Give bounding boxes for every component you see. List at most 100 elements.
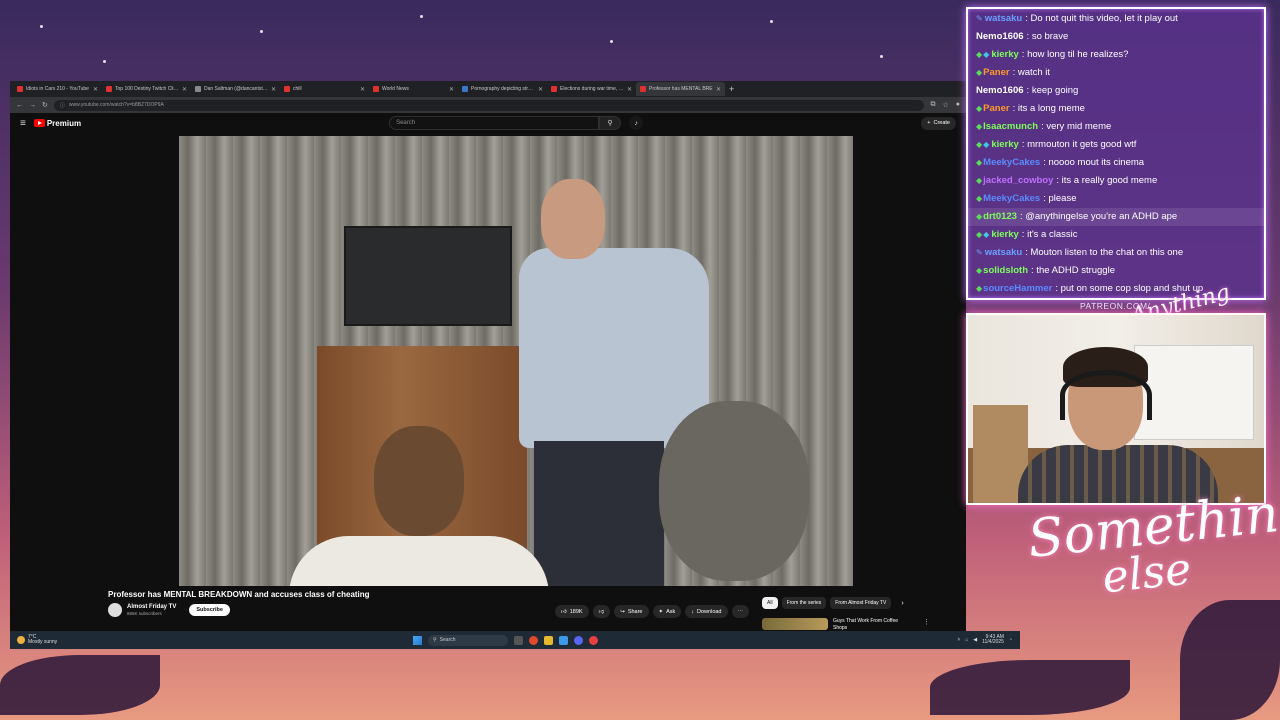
windows-start-icon[interactable] <box>413 635 422 645</box>
url-field[interactable]: ⓘ www.youtube.com/watch?v=b8BZ7DOP9A <box>53 99 925 111</box>
like-button[interactable]: 👍︎ 189K <box>555 605 589 618</box>
tab-world-news[interactable]: World News ✕ <box>369 82 458 96</box>
chat-username[interactable]: Nemo1606 <box>976 82 1024 100</box>
youtube-icon <box>17 86 23 92</box>
obs-icon[interactable] <box>589 635 598 645</box>
tab-professor-video[interactable]: Professor has MENTAL BRE ✕ <box>636 82 725 96</box>
recommended-title[interactable]: Guys That Work From Coffee Shops <box>833 618 908 632</box>
subscribe-button[interactable]: Subscribe <box>189 604 230 616</box>
download-button[interactable]: ↓ Download <box>685 605 728 618</box>
youtube-search-input[interactable]: Search <box>389 116 600 130</box>
chat-username[interactable]: Paner <box>983 100 1009 118</box>
chat-message: Nemo1606: so brave <box>976 28 1256 46</box>
task-view-icon[interactable] <box>514 635 523 645</box>
chat-text: watch it <box>1017 67 1051 78</box>
recommended-video[interactable]: Guys That Work From Coffee Shops ⋮ <box>762 618 930 632</box>
share-button[interactable]: ↪ Share <box>614 605 649 618</box>
chip-from-channel[interactable]: From Almost Friday TV <box>830 597 892 609</box>
pen-badge-icon: ✎ <box>976 248 983 257</box>
chat-username[interactable]: kierky <box>991 226 1018 244</box>
extensions-icon[interactable]: ⧉ <box>930 101 935 109</box>
chat-username[interactable]: sourceHammer <box>983 280 1052 298</box>
taskbar-search[interactable]: ⚲ Search <box>428 634 508 646</box>
chip-all[interactable]: All <box>762 597 778 609</box>
tab-chill[interactable]: chill ✕ <box>280 82 369 96</box>
new-tab-button[interactable]: + <box>729 84 734 94</box>
subscriber-badge-icon: ◆ <box>976 230 983 239</box>
chrome-icon[interactable] <box>559 635 568 645</box>
chat-username[interactable]: jacked_cowboy <box>983 172 1053 190</box>
close-icon[interactable]: ✕ <box>271 86 276 93</box>
close-icon[interactable]: ✕ <box>182 86 187 93</box>
youtube-icon <box>106 86 112 92</box>
youtube-header: ≡ Premium Search ⚲ ♪ + Create <box>10 113 966 133</box>
close-icon[interactable]: ✕ <box>449 86 454 93</box>
discord-icon[interactable] <box>574 635 583 645</box>
create-button[interactable]: + Create <box>921 116 956 130</box>
volume-icon[interactable]: ◀ <box>973 637 977 643</box>
network-icon[interactable]: ⌂ <box>965 637 968 643</box>
close-icon[interactable]: ✕ <box>716 86 721 93</box>
chat-username[interactable]: kierky <box>991 136 1018 154</box>
back-icon[interactable]: ← <box>16 102 23 109</box>
subscriber-badge-icon: ◆ <box>976 140 983 149</box>
wikipedia-icon <box>462 86 468 92</box>
chat-username[interactable]: MeekyCakes <box>983 190 1040 208</box>
brave-browser-icon[interactable] <box>529 635 538 645</box>
chat-username[interactable]: kierky <box>991 46 1018 64</box>
chat-username[interactable]: drt0123 <box>983 208 1017 226</box>
microphone-icon[interactable]: ♪ <box>629 116 644 130</box>
webcam-feed <box>966 313 1266 505</box>
close-icon[interactable]: ✕ <box>93 86 98 93</box>
tab-idiots-in-cars[interactable]: Idiots in Cars 210 - YouTube ✕ <box>13 82 102 96</box>
more-options-icon[interactable]: ⋯ <box>731 605 749 618</box>
chat-message: ◆ ◆ kierky: how long til he realizes? <box>976 46 1256 64</box>
tab-destiny-clips[interactable]: Top 100 Destiny Twitch Clips - \ ✕ <box>102 82 191 96</box>
chat-message: ✎ watsaku: Mouton listen to the chat on t… <box>976 244 1256 262</box>
address-bar-row: ← → ↻ ⓘ www.youtube.com/watch?v=b8BZ7DOP… <box>10 97 966 113</box>
dislike-button[interactable]: 👎︎ <box>592 605 611 618</box>
chat-username[interactable]: Nemo1606 <box>976 28 1024 46</box>
tab-dan-saltman[interactable]: Dan Saltman (@dancantstream -✕ <box>191 82 280 96</box>
recommended-thumbnail[interactable] <box>762 618 828 630</box>
close-icon[interactable]: ✕ <box>538 86 543 93</box>
bookmark-star-icon[interactable]: ☆ <box>942 101 948 109</box>
search-icon[interactable]: ⚲ <box>599 116 622 130</box>
chat-username[interactable]: Isaacmunch <box>983 118 1038 136</box>
chip-from-series[interactable]: From the series <box>781 597 827 609</box>
site-info-icon[interactable]: ⓘ <box>60 102 65 109</box>
ask-button[interactable]: ✦ Ask <box>652 605 682 618</box>
clock[interactable]: 9:43 AM 11/4/2025 <box>982 635 1004 645</box>
notification-bell-icon[interactable]: ◔ <box>1009 637 1012 643</box>
youtube-premium-logo[interactable]: Premium <box>33 119 81 128</box>
plus-icon: + <box>927 120 931 126</box>
chat-username[interactable]: MeekyCakes <box>983 154 1040 172</box>
weather-widget[interactable]: 7°C Mostly sunny <box>10 635 57 645</box>
video-player[interactable] <box>179 136 853 586</box>
chat-username[interactable]: solidsloth <box>983 262 1028 280</box>
close-icon[interactable]: ✕ <box>627 86 632 93</box>
chevron-right-icon[interactable]: › <box>901 600 903 607</box>
close-icon[interactable]: ✕ <box>360 86 365 93</box>
reload-icon[interactable]: ↻ <box>42 101 48 109</box>
channel-avatar[interactable] <box>108 603 122 617</box>
video-frame-student <box>639 401 839 586</box>
channel-name[interactable]: Almost Friday TV <box>127 604 176 610</box>
forward-icon[interactable]: → <box>29 102 36 109</box>
tab-bar: Idiots in Cars 210 - YouTube ✕ Top 100 De… <box>10 81 966 97</box>
more-vertical-icon[interactable]: ⋮ <box>923 618 930 632</box>
profile-icon[interactable]: ● <box>956 101 960 109</box>
chat-text: please <box>1048 193 1077 204</box>
tab-elections[interactable]: Elections during war time, how ✕ <box>547 82 636 96</box>
chat-username[interactable]: Paner <box>983 64 1009 82</box>
chevron-up-icon[interactable]: ˄ <box>957 637 960 643</box>
chat-username[interactable]: watsaku <box>985 10 1023 28</box>
tab-wikipedia[interactable]: Pornography depicting strangu ✕ <box>458 82 547 96</box>
gem-badge-icon: ◆ <box>983 140 990 149</box>
subscriber-badge-icon: ◆ <box>976 176 983 185</box>
chat-username[interactable]: watsaku <box>985 244 1023 262</box>
file-explorer-icon[interactable] <box>544 635 553 645</box>
search-icon: ⚲ <box>433 637 437 643</box>
hamburger-menu-icon[interactable]: ≡ <box>20 118 26 129</box>
chat-message: ◆ MeekyCakes: please <box>976 190 1256 208</box>
